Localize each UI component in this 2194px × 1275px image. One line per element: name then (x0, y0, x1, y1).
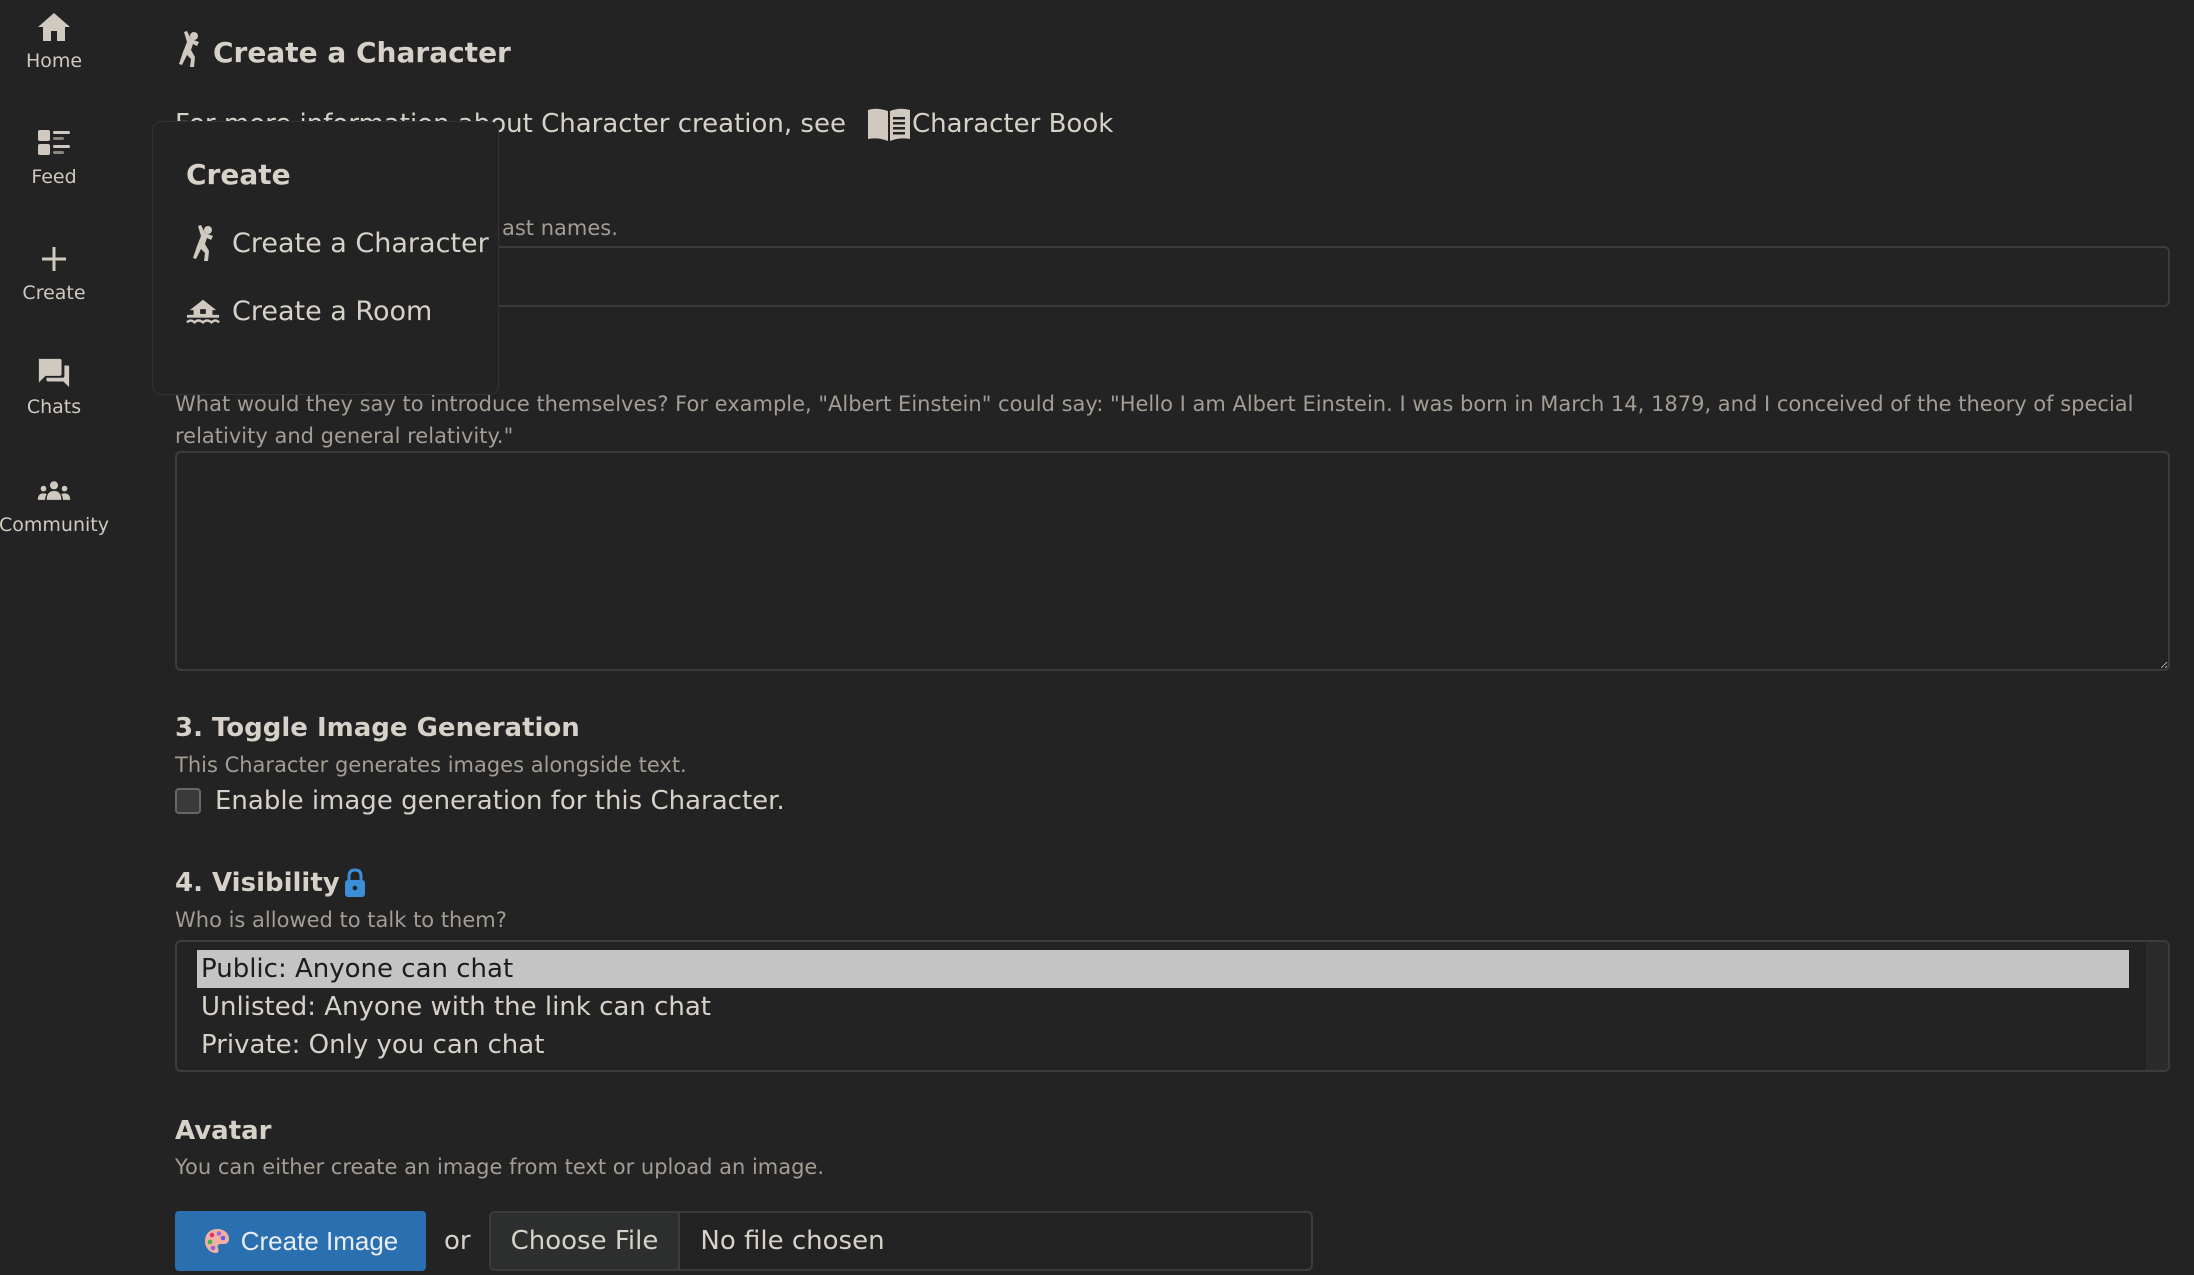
menu-item-label: Create a Character (232, 227, 489, 259)
visibility-title: 4. Visibility (175, 868, 367, 898)
character-book-label: Character Book (911, 109, 1114, 139)
avatar-title: Avatar (175, 1116, 272, 1146)
sidebar-item-home[interactable]: Home (0, 10, 108, 72)
sidebar: Home Feed Create Chats Community (0, 0, 109, 1275)
or-separator: or (444, 1226, 471, 1256)
person-jumping-icon (186, 224, 220, 262)
image-generation-option[interactable]: Enable image generation for this Charact… (175, 786, 785, 816)
plus-icon (37, 242, 71, 276)
create-menu-title: Create (186, 158, 291, 191)
sidebar-item-community[interactable]: Community (0, 474, 109, 536)
name-hint-text: ast names. (502, 216, 618, 240)
menu-item-create-room[interactable]: Create a Room (186, 296, 432, 327)
visibility-scrollbar[interactable] (2146, 942, 2168, 1070)
home-icon (37, 10, 71, 44)
menu-item-create-character[interactable]: Create a Character (186, 224, 489, 262)
visibility-option-unlisted[interactable]: Unlisted: Anyone with the link can chat (197, 988, 2129, 1026)
person-jumping-icon (175, 30, 203, 75)
visibility-hint: Who is allowed to talk to them? (175, 908, 507, 932)
palette-icon (203, 1227, 231, 1255)
community-icon (37, 474, 71, 508)
avatar-file-input[interactable]: Choose File No file chosen (488, 1211, 1313, 1271)
choose-file-button[interactable]: Choose File (490, 1213, 681, 1269)
description-hint: What would they say to introduce themsel… (175, 392, 2134, 448)
page-title: Create a Character (175, 30, 511, 75)
book-icon (866, 106, 912, 142)
image-generation-checkbox[interactable] (175, 788, 201, 814)
file-status: No file chosen (700, 1226, 885, 1256)
description-textarea[interactable] (175, 451, 2170, 671)
feed-icon (37, 126, 71, 160)
house-flood-icon (186, 297, 220, 327)
sidebar-item-label: Community (0, 514, 109, 536)
sidebar-item-feed[interactable]: Feed (0, 126, 108, 188)
image-generation-title: 3. Toggle Image Generation (175, 713, 580, 743)
visibility-title-text: 4. Visibility (175, 868, 340, 898)
character-book-link[interactable]: Character Book (866, 106, 1113, 142)
sidebar-item-label: Home (25, 50, 83, 72)
visibility-option-private[interactable]: Private: Only you can chat (197, 1026, 2129, 1064)
page-title-text: Create a Character (213, 36, 511, 69)
sidebar-item-chats[interactable]: Chats (0, 356, 108, 418)
chats-icon (37, 356, 71, 390)
lock-icon (343, 868, 367, 898)
create-image-label: Create Image (240, 1225, 399, 1256)
sidebar-item-label: Create (22, 282, 86, 304)
visibility-option-public[interactable]: Public: Anyone can chat (197, 950, 2129, 988)
image-generation-label: Enable image generation for this Charact… (215, 786, 785, 816)
sidebar-item-label: Chats (26, 396, 82, 418)
avatar-controls: Create Image or Choose File No file chos… (175, 1211, 1313, 1271)
avatar-hint: You can either create an image from text… (175, 1155, 825, 1179)
visibility-select[interactable]: Public: Anyone can chat Unlisted: Anyone… (175, 940, 2170, 1072)
menu-item-label: Create a Room (232, 296, 433, 327)
create-menu: Create Create a Character Create a Room (152, 121, 499, 395)
create-image-button[interactable]: Create Image (175, 1211, 426, 1271)
sidebar-item-create[interactable]: Create (0, 242, 108, 304)
sidebar-item-label: Feed (31, 166, 77, 188)
image-generation-hint: This Character generates images alongsid… (175, 753, 687, 777)
